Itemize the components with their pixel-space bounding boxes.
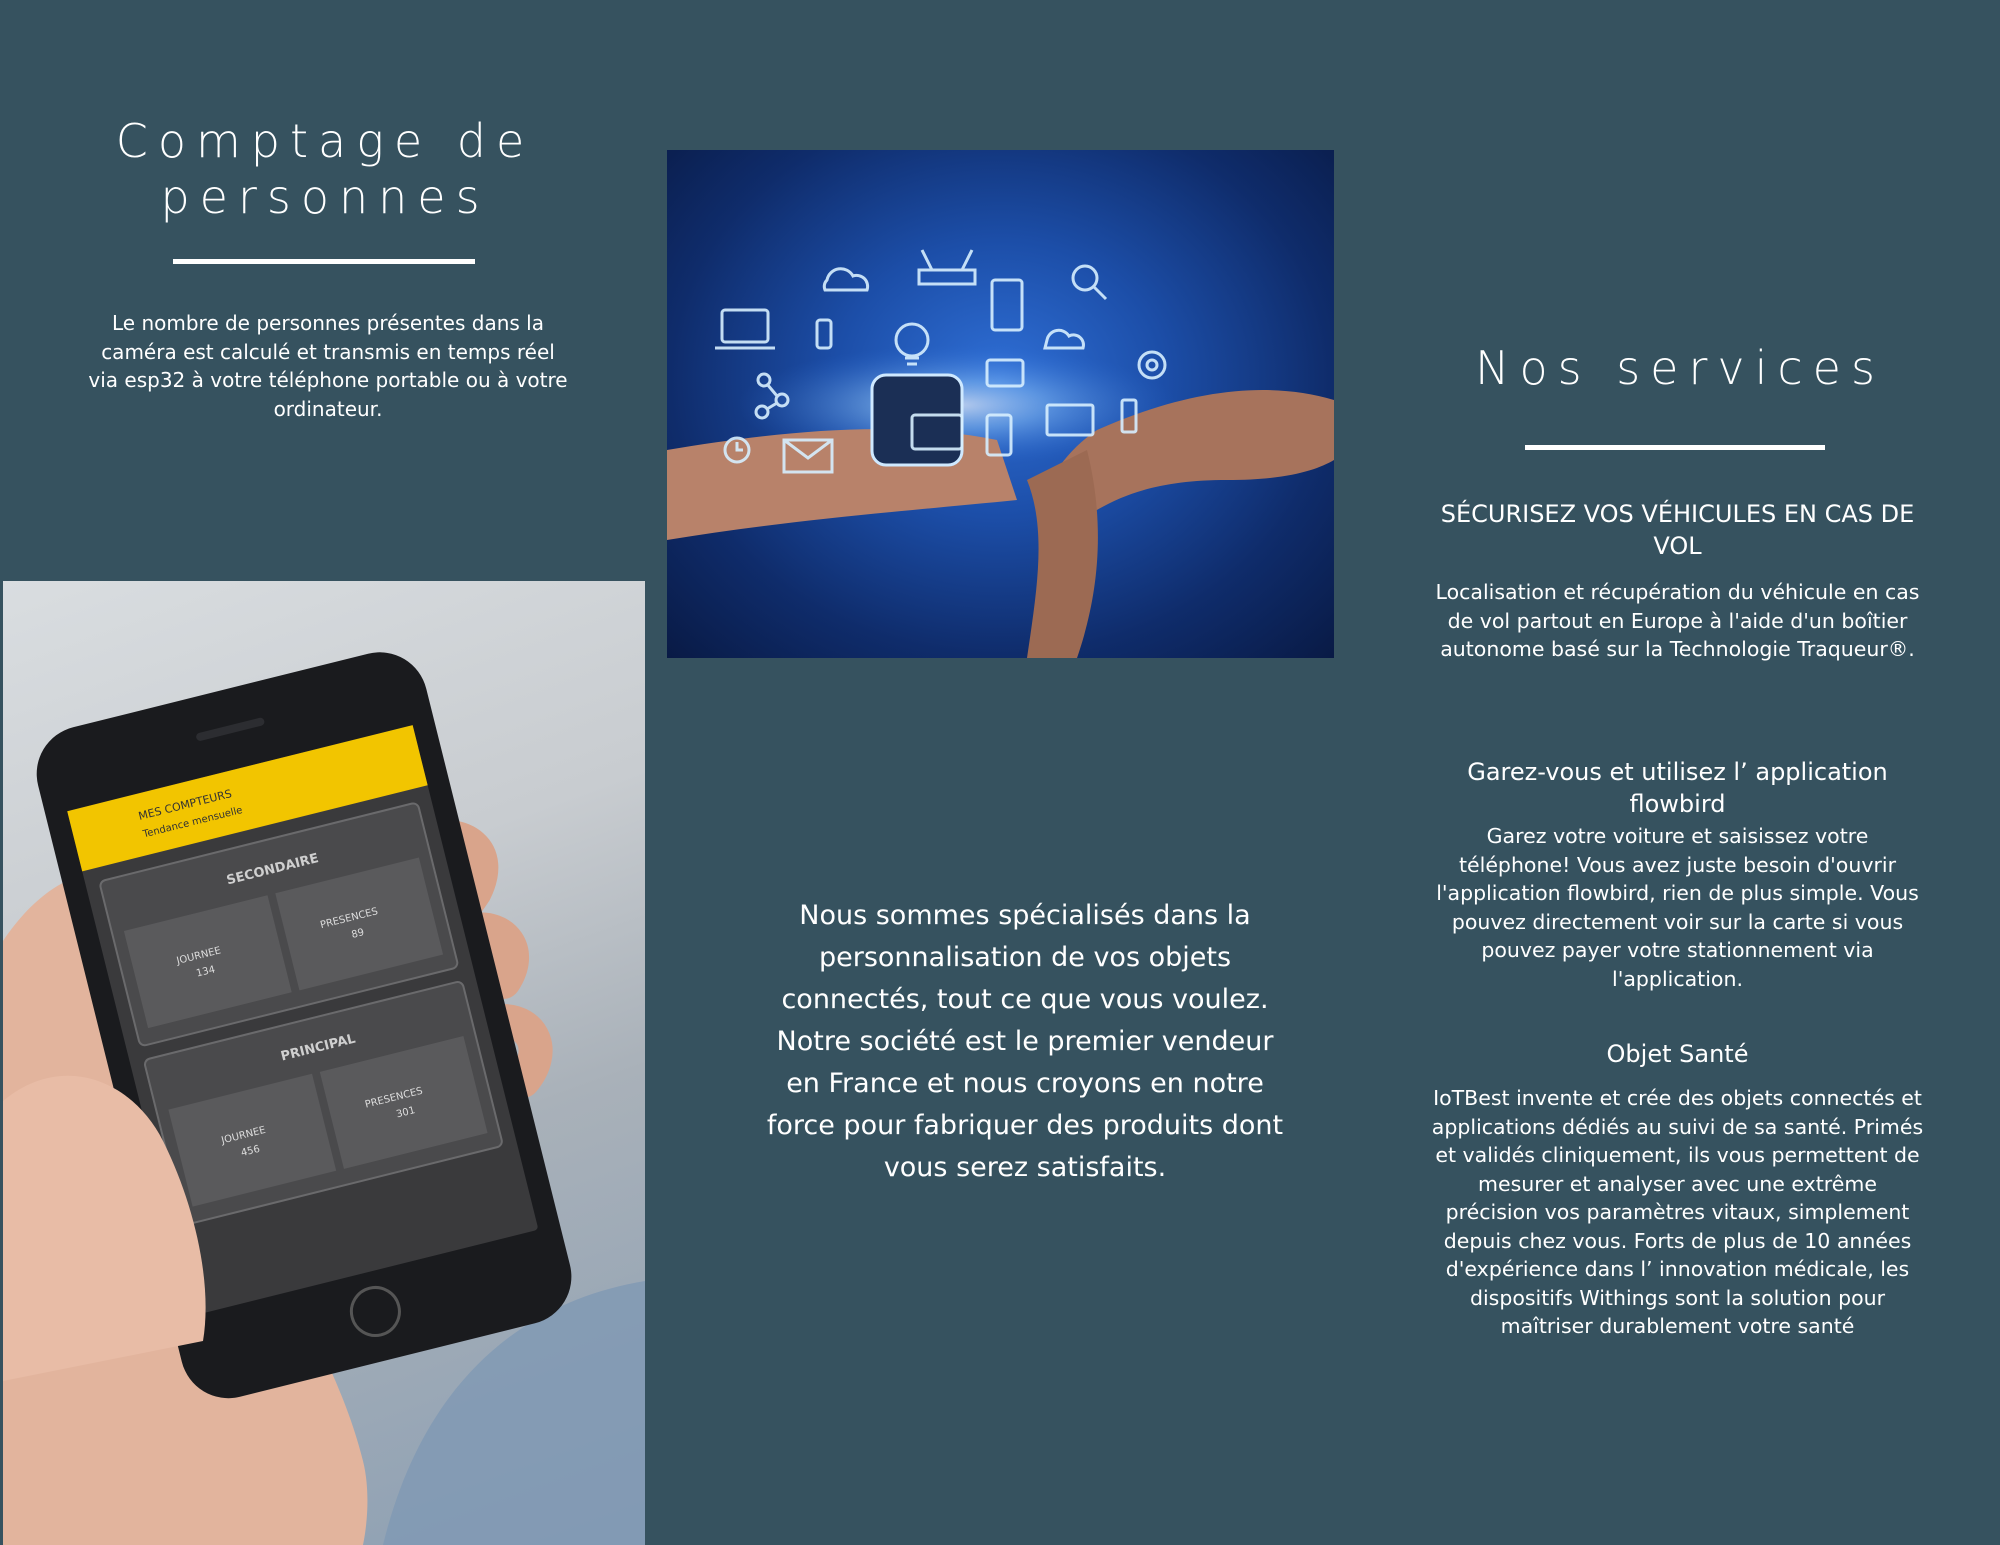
title-comptage: Comptage de personnes <box>115 114 535 224</box>
service-text-flowbird: Garez votre voiture et saisissez votre t… <box>1436 824 1919 991</box>
service-text-vehicules: Localisation et récupération du véhicule… <box>1435 580 1920 661</box>
company-description: Nous sommes spécialisés dans la personna… <box>766 900 1284 1183</box>
title-underline-right <box>1525 445 1825 450</box>
title-nos-services: Nos services <box>1475 341 1885 395</box>
phone-app-photo: MES COMPTEURS Tendance mensuelle SECONDA… <box>3 581 645 1545</box>
title-underline-left <box>173 259 475 264</box>
service-heading-sante: Objet Santé <box>1606 1040 1749 1068</box>
comptage-description: Le nombre de personnes présentes dans la… <box>88 311 568 421</box>
connected-devices-photo <box>667 150 1334 658</box>
service-heading-flowbird: Garez-vous et utilisez l’ application fl… <box>1467 758 1888 818</box>
phone-in-hand-illustration: MES COMPTEURS Tendance mensuelle SECONDA… <box>3 652 645 1545</box>
service-heading-vehicules: SÉCURISEZ VOS VÉHICULES EN CAS DE VOL <box>1440 500 1915 560</box>
connected-devices-illustration <box>667 249 1334 658</box>
service-text-sante: IoTBest invente et crée des objets conne… <box>1431 1086 1924 1338</box>
